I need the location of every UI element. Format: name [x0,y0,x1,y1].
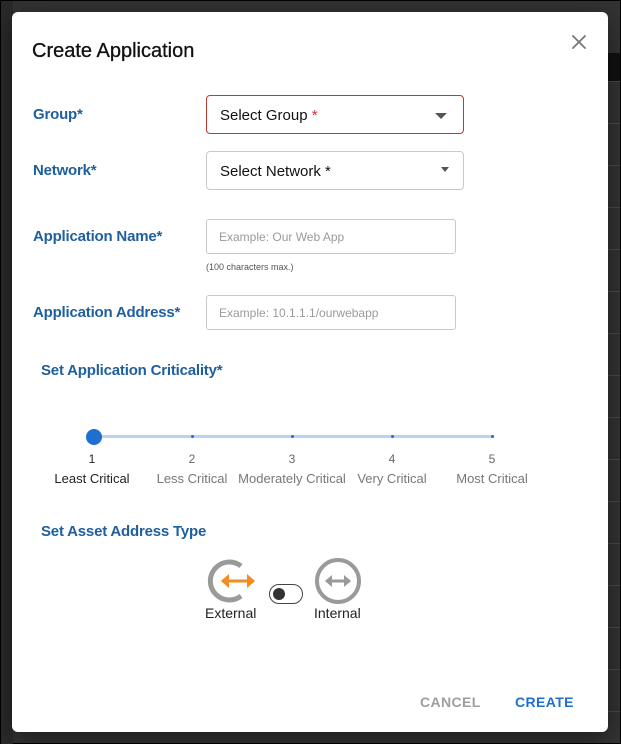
toggle-knob [273,587,285,600]
application-name-hint: (100 characters max.) [206,262,294,272]
network-select[interactable]: Select Network * [206,151,464,190]
slider-tick [291,435,294,438]
group-select-value: Select Group * [220,107,318,124]
chevron-down-icon [435,113,447,119]
chevron-down-icon [441,167,449,172]
create-button[interactable]: CREATE [515,694,574,710]
close-icon-glyph [572,35,586,49]
close-icon[interactable] [568,32,590,54]
slider-tick [191,435,194,438]
group-select[interactable]: Select Group * [206,95,464,134]
application-name-input[interactable] [206,219,456,254]
external-arrows-icon [207,559,255,603]
criticality-mark-number: 5 [488,452,496,466]
internal-label: Internal [314,605,361,621]
group-label: Group* [33,106,83,123]
external-label: External [205,605,257,621]
dialog-title: Create Application [32,40,195,62]
network-label: Network* [33,162,97,179]
cancel-button[interactable]: CANCEL [420,694,481,710]
slider-tick [491,435,494,438]
application-address-label: Application Address* [33,304,181,321]
criticality-label: Set Application Criticality* [41,362,223,379]
application-name-label: Application Name* [33,228,163,245]
application-address-input[interactable] [206,295,456,330]
address-type-label: Set Asset Address Type [41,523,207,540]
create-application-dialog: Create Application Group* Select Group *… [12,12,608,732]
network-select-value: Select Network * [220,163,331,180]
criticality-slider-thumb[interactable] [86,429,102,445]
internal-arrows-icon [315,558,361,604]
criticality-slider-track[interactable] [94,435,494,438]
criticality-mark-label[interactable]: Most Critical [432,471,552,486]
slider-tick [391,435,394,438]
address-type-toggle[interactable] [269,584,303,604]
